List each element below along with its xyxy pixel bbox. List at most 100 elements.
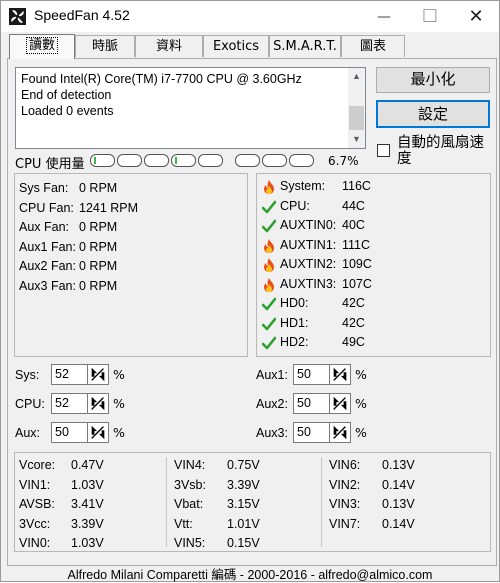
tab-readings[interactable]: 讀數 [9,34,75,59]
fan-speed-input[interactable]: 52 [51,364,91,385]
scroll-up-icon[interactable]: ▲ [348,68,365,85]
spinner-arrows-icon[interactable] [329,393,351,414]
tab-charts[interactable]: 圖表 [341,35,405,57]
spinner-arrows-icon[interactable] [87,422,109,443]
fan-speed-input[interactable]: 50 [293,364,333,385]
voltage-name: VIN5: [174,536,206,550]
voltage-name: VIN0: [19,536,51,550]
auto-fan-speed-label: 自動的風扇速度 [397,135,484,167]
voltage-value: 0.14V [382,516,415,531]
fan-rpm-value: 0 RPM [79,181,118,195]
spinner-arrows-icon[interactable] [87,393,109,414]
temperature-name: AUXTIN3: [280,276,337,291]
fan-speed-spinner[interactable]: 50% [293,364,369,385]
scroll-thumb[interactable] [349,106,364,130]
voltage-name: VIN1: [19,477,51,492]
fan-speed-input[interactable]: 50 [51,422,91,443]
tab-smart[interactable]: S.M.A.R.T. [269,35,341,57]
fan-rpm-value: 0 RPM [79,278,118,293]
fire-icon [264,238,274,253]
check-icon [262,200,276,213]
fan-speed-spinner[interactable]: 50% [293,393,369,414]
log-scrollbar[interactable]: ▲ ▼ [348,68,365,148]
temperature-value: 42C [342,296,365,310]
fan-speed-spinner[interactable]: 52% [51,364,127,385]
spinner-arrows-icon[interactable] [329,364,351,385]
voltage-name: VIN2: [329,477,361,492]
temperature-name: AUXTIN1: [280,237,337,252]
fan-rpm-value: 0 RPM [79,220,118,234]
fan-name: Aux3 Fan: [19,278,76,293]
cpu-core-meter-fill [94,157,96,164]
fan-name: Sys Fan: [19,181,69,195]
close-window-button[interactable]: ✕ [453,1,499,32]
voltage-name: VIN6: [329,458,361,472]
voltage-name: VIN3: [329,497,361,511]
voltage-name: VIN7: [329,516,361,531]
spinner-arrows-icon[interactable] [87,364,109,385]
log-line: Found Intel(R) Core(TM) i7-7700 CPU @ 3.… [21,72,302,86]
minimize-button[interactable]: 最小化 [376,67,490,93]
temperature-name: System: [280,179,326,193]
cpu-usage-percent: 6.7% [328,154,359,168]
fan-speed-input[interactable]: 50 [293,422,333,443]
fan-rpm-value: 0 RPM [79,239,118,254]
voltage-value: 0.13V [382,458,415,472]
fan-speed-input[interactable]: 52 [51,393,91,414]
tab-exotics[interactable]: Exotics [203,35,269,57]
voltage-value: 0.15V [227,536,260,550]
fan-speed-spinner[interactable]: 52% [51,393,127,414]
voltage-value: 3.15V [227,497,260,511]
tab-clock[interactable]: 時脈 [75,35,135,57]
tab-info[interactable]: 資料 [135,35,203,57]
percent-unit: % [355,367,367,382]
percent-unit: % [113,425,125,440]
maximize-window-button[interactable]: ☐ [407,1,453,32]
fan-speed-label: Aux: [15,426,41,440]
check-icon [262,219,276,233]
fan-name: Aux Fan: [19,220,70,234]
fan-rpm-value: 0 RPM [79,259,118,273]
voltage-column-divider [321,457,322,547]
cpu-core-meter [90,154,115,167]
cpu-core-meter [235,154,260,167]
minimize-window-button[interactable]: — [361,1,407,32]
cpu-core-meter [144,154,169,167]
temperature-name: AUXTIN2: [280,257,337,271]
fan-speed-spinner[interactable]: 50% [51,422,127,443]
voltage-name: Vbat: [174,497,204,511]
voltage-name: AVSB: [19,497,55,511]
voltage-value: 0.47V [71,458,104,472]
title-bar: SpeedFan 4.52 — ☐ ✕ [1,1,499,32]
fan-speed-label: Sys: [15,368,40,382]
temperature-value: 109C [342,257,372,271]
cpu-usage-label: CPU 使用量 [15,157,85,172]
fan-name: Aux2 Fan: [19,259,76,273]
cpu-core-meter-fill [175,157,177,164]
voltage-value: 1.03V [71,477,104,492]
temperature-value: 44C [342,198,365,213]
fan-speed-spinner[interactable]: 50% [293,422,369,443]
window-title: SpeedFan 4.52 [34,7,130,23]
voltage-name: Vcore: [19,458,56,472]
voltage-value: 3.39V [227,477,260,492]
settings-button[interactable]: 設定 [376,100,490,128]
voltage-name: 3Vcc: [19,516,51,531]
log-line: End of detection [21,88,112,102]
voltage-column-divider [166,457,167,547]
speedfan-app-icon [9,8,26,25]
fan-name: CPU Fan: [19,200,74,215]
temperature-value: 40C [342,218,365,232]
check-icon [262,336,276,350]
fan-speed-label: Aux2: [256,397,288,411]
fan-speed-input[interactable]: 50 [293,393,333,414]
spinner-arrows-icon[interactable] [329,422,351,443]
scroll-down-icon[interactable]: ▼ [348,131,365,148]
fire-icon [264,180,274,194]
close-icon: ✕ [468,6,484,27]
auto-fan-speed-checkbox[interactable] [377,144,390,157]
check-icon [262,317,276,330]
temperature-value: 107C [342,276,372,291]
event-log[interactable]: Found Intel(R) Core(TM) i7-7700 CPU @ 3.… [15,67,366,149]
temperature-value: 49C [342,335,365,349]
